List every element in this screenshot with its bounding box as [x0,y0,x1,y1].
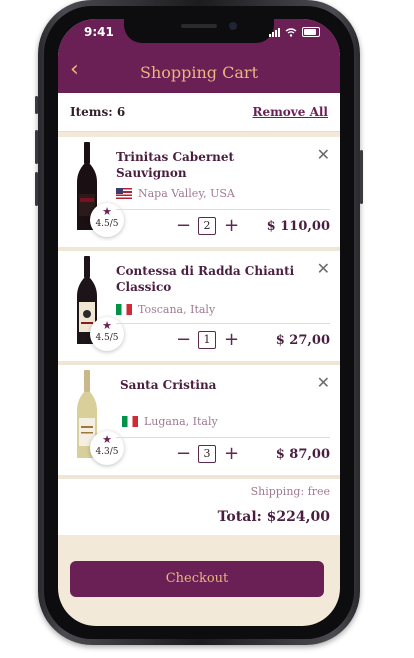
quantity-value: 3 [198,445,216,463]
divider [116,323,330,324]
remove-item-button[interactable]: ✕ [317,145,330,164]
item-price: $ 87,00 [275,447,330,462]
cart-item: ★ 4.5/5 Contessa di Radda Chianti Classi… [58,251,340,367]
rating-value: 4.5/5 [95,219,119,229]
front-camera [229,22,237,30]
increase-quantity-button[interactable]: + [224,331,239,349]
order-totals: Shipping: free Total: $224,00 [58,479,340,535]
quantity-value: 2 [198,217,216,235]
decrease-quantity-button[interactable]: − [176,331,191,349]
wine-origin: Toscana, Italy [116,303,215,316]
notch [124,19,274,43]
app-screen: 9:41 ‹ Shopping Cart Items: 6 Remove All… [58,19,340,626]
volume-up-button [35,130,38,164]
wine-name: Trinitas Cabernet Sauvignon [116,150,235,180]
increase-quantity-button[interactable]: + [224,217,239,235]
italy-flag-icon [116,304,132,315]
header-bar: 9:41 ‹ Shopping Cart [58,19,340,93]
divider [116,209,330,210]
phone-frame: 9:41 ‹ Shopping Cart Items: 6 Remove All… [35,0,363,645]
cart-summary-bar: Items: 6 Remove All [58,93,340,132]
status-icons [269,27,320,37]
signal-icon [269,27,280,37]
star-icon: ★ [102,433,112,446]
total-price: Total: $224,00 [217,509,330,525]
rating-value: 4.3/5 [95,447,119,457]
rating-value: 4.5/5 [95,333,119,343]
wine-name: Contessa di Radda Chianti Classico [116,264,295,294]
divider [116,437,330,438]
us-flag-icon [116,188,132,199]
mute-switch [35,96,38,114]
origin-text: Lugana, Italy [144,415,218,428]
origin-text: Napa Valley, USA [138,187,235,200]
cart-item: ★ 4.5/5 Trinitas Cabernet Sauvignon ✕ Na… [58,137,340,253]
power-button [360,150,363,204]
volume-down-button [35,172,38,206]
shipping-text: Shipping: free [250,485,330,498]
items-count: Items: 6 [70,105,126,119]
remove-item-button[interactable]: ✕ [317,259,330,278]
wine-origin: Lugana, Italy [122,415,218,428]
wine-name: Santa Cristina [120,378,217,392]
wifi-icon [285,27,297,37]
increase-quantity-button[interactable]: + [224,445,239,463]
quantity-stepper: − 1 + [176,331,239,349]
quantity-stepper: − 2 + [176,217,239,235]
battery-icon [302,27,320,37]
remove-all-link[interactable]: Remove All [252,105,328,119]
checkout-button[interactable]: Checkout [70,561,324,597]
star-icon: ★ [102,205,112,218]
quantity-value: 1 [198,331,216,349]
item-price: $ 27,00 [275,333,330,348]
item-price: $ 110,00 [266,219,330,234]
page-title: Shopping Cart [140,63,258,82]
italy-flag-icon [122,416,138,427]
origin-text: Toscana, Italy [138,303,216,316]
star-icon: ★ [102,319,112,332]
cart-item: ★ 4.3/5 Santa Cristina ✕ Lugana, Italy −… [58,365,340,481]
speaker-grille [181,24,217,28]
decrease-quantity-button[interactable]: − [176,445,191,463]
status-time: 9:41 [84,25,114,39]
remove-item-button[interactable]: ✕ [317,373,330,392]
decrease-quantity-button[interactable]: − [176,217,191,235]
quantity-stepper: − 3 + [176,445,239,463]
wine-origin: Napa Valley, USA [116,187,235,200]
